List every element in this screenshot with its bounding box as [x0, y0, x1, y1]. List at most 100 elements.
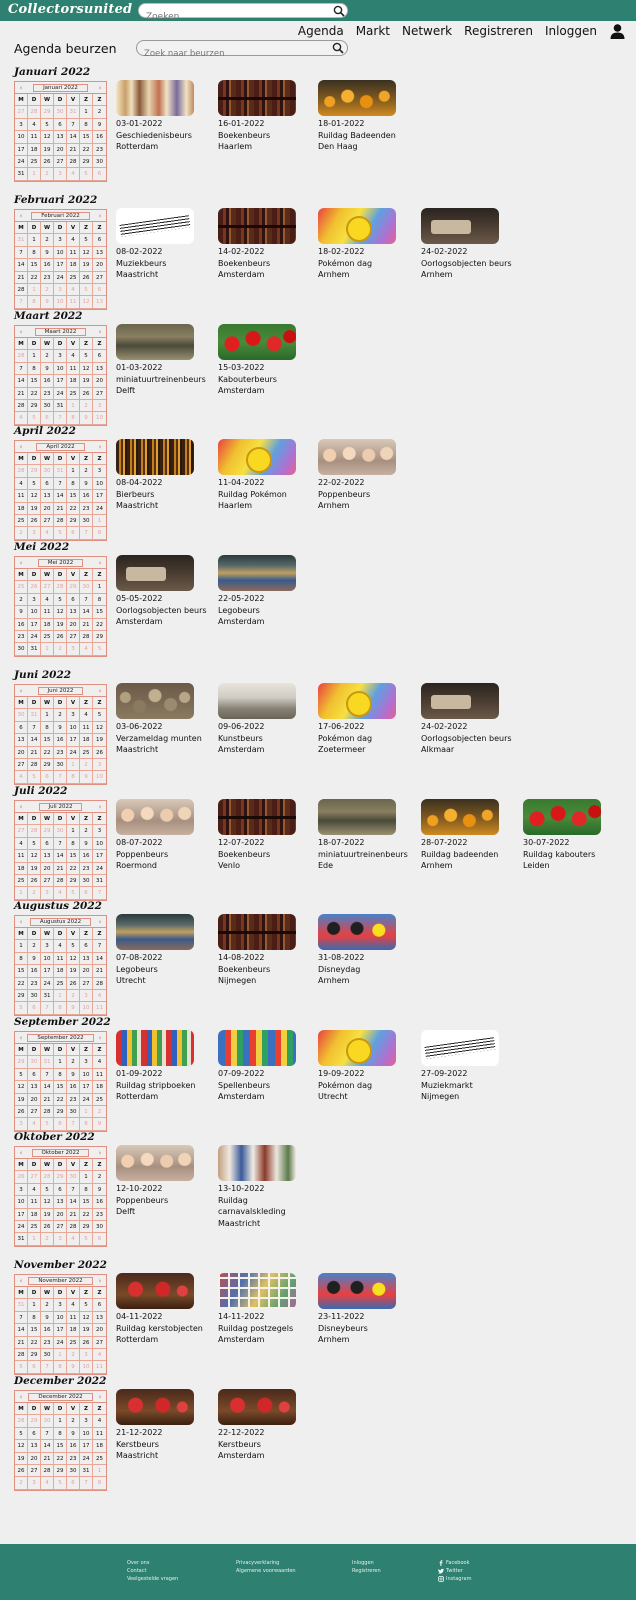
- calendar-day[interactable]: 15: [15, 965, 28, 978]
- calendar-day[interactable]: 31: [15, 234, 28, 247]
- calendar-day[interactable]: 5: [67, 887, 80, 900]
- calendar-day[interactable]: 28: [15, 350, 28, 363]
- event-image[interactable]: [218, 1273, 296, 1309]
- calendar-day[interactable]: 5: [28, 771, 41, 784]
- calendar-day[interactable]: 22: [28, 387, 41, 400]
- event-image[interactable]: [218, 683, 296, 719]
- calendar-day[interactable]: 10: [80, 1002, 93, 1015]
- calendar-day[interactable]: 4: [67, 168, 80, 181]
- chevron-left-icon[interactable]: ‹: [18, 559, 24, 567]
- calendar-day[interactable]: 20: [93, 375, 106, 388]
- calendar-day[interactable]: 9: [67, 1427, 80, 1441]
- calendar-day[interactable]: 13: [41, 490, 54, 503]
- footer-link-faq[interactable]: Veelgestelde vragen: [127, 1575, 178, 1583]
- calendar-day[interactable]: 7: [41, 1361, 54, 1374]
- calendar-day[interactable]: 18: [54, 965, 67, 978]
- calendar-day[interactable]: 20: [54, 143, 67, 156]
- calendar-day[interactable]: 19: [67, 965, 80, 978]
- calendar-day[interactable]: 18: [93, 1440, 106, 1453]
- event-card[interactable]: 09-06-2022 Kunstbeurs Amsterdam: [218, 683, 313, 756]
- event-image[interactable]: [318, 914, 396, 950]
- calendar-day[interactable]: 24: [80, 1452, 93, 1465]
- calendar-day[interactable]: 10: [28, 606, 41, 619]
- calendar-day[interactable]: 19: [54, 618, 67, 631]
- event-image[interactable]: [218, 799, 296, 835]
- event-image[interactable]: [116, 80, 194, 116]
- calendar-day[interactable]: 26: [28, 581, 41, 594]
- event-image[interactable]: [218, 324, 296, 360]
- calendar-day[interactable]: 1: [28, 283, 41, 297]
- calendar-day[interactable]: 31: [93, 875, 106, 888]
- calendar-day[interactable]: 16: [80, 850, 93, 863]
- calendar-day[interactable]: 30: [54, 758, 67, 772]
- calendar-day[interactable]: 21: [41, 1452, 54, 1465]
- event-image[interactable]: [116, 208, 194, 244]
- calendar-day[interactable]: 27: [93, 388, 106, 400]
- calendar-day[interactable]: 25: [67, 1336, 80, 1349]
- event-image[interactable]: [318, 1273, 396, 1309]
- calendar-day[interactable]: 8: [93, 594, 106, 607]
- calendar-day[interactable]: 1: [28, 234, 41, 247]
- calendar-day[interactable]: 1: [28, 1233, 41, 1246]
- calendar-day[interactable]: 29: [67, 581, 80, 594]
- calendar-month-label[interactable]: Februari 2022: [31, 211, 90, 220]
- event-image[interactable]: [116, 1145, 194, 1181]
- calendar-day[interactable]: 2: [41, 234, 54, 247]
- calendar-day[interactable]: 21: [67, 1208, 80, 1221]
- calendar-day[interactable]: 1: [15, 887, 28, 900]
- calendar-day[interactable]: 6: [41, 771, 54, 784]
- calendar-day[interactable]: 23: [80, 862, 93, 875]
- event-card[interactable]: 08-02-2022 Muziekbeurs Maastricht: [116, 208, 211, 281]
- calendar-day[interactable]: 12: [54, 606, 67, 619]
- calendar-day[interactable]: 12: [80, 246, 93, 260]
- calendar-day[interactable]: 24: [80, 1093, 93, 1106]
- calendar-day[interactable]: 5: [80, 350, 93, 363]
- calendar-day[interactable]: 17: [67, 734, 80, 747]
- calendar-day[interactable]: 14: [15, 259, 28, 272]
- calendar-day[interactable]: 7: [41, 1002, 54, 1015]
- calendar-day[interactable]: 12: [80, 362, 93, 376]
- calendar-day[interactable]: 24: [93, 503, 106, 515]
- event-card[interactable]: 11-04-2022 Ruildag Pokémon Haarlem: [218, 439, 313, 512]
- calendar-day[interactable]: 7: [41, 1427, 54, 1441]
- footer-link-contact[interactable]: Contact: [127, 1567, 178, 1575]
- calendar-day[interactable]: 1: [28, 1299, 41, 1312]
- calendar-day[interactable]: 9: [41, 296, 54, 309]
- calendar-day[interactable]: 29: [41, 106, 54, 119]
- calendar-day[interactable]: 4: [28, 118, 41, 132]
- event-card[interactable]: 12-07-2022 Boekenbeurs Venlo: [218, 799, 313, 872]
- calendar-month-label[interactable]: Mei 2022: [37, 558, 84, 567]
- chevron-right-icon[interactable]: ›: [97, 84, 103, 92]
- calendar-day[interactable]: 18: [15, 862, 28, 875]
- event-image[interactable]: [116, 555, 194, 591]
- event-image[interactable]: [218, 1030, 296, 1066]
- event-image[interactable]: [523, 799, 601, 835]
- calendar-month-label[interactable]: Juni 2022: [37, 686, 84, 695]
- calendar-day[interactable]: 23: [54, 746, 67, 759]
- calendar-day[interactable]: 31: [28, 643, 41, 656]
- calendar-day[interactable]: 21: [41, 1093, 54, 1106]
- calendar-day[interactable]: 6: [41, 837, 54, 851]
- calendar-day[interactable]: 17: [54, 259, 67, 272]
- calendar-day[interactable]: 15: [80, 1196, 93, 1209]
- calendar-day[interactable]: 10: [54, 246, 67, 260]
- calendar-day[interactable]: 7: [80, 593, 93, 607]
- calendar-day[interactable]: 25: [80, 746, 93, 759]
- calendar-day[interactable]: 27: [41, 581, 54, 594]
- calendar-day[interactable]: 11: [41, 606, 54, 619]
- calendar-day[interactable]: 2: [93, 1106, 106, 1119]
- calendar-day[interactable]: 28: [15, 399, 28, 413]
- calendar-day[interactable]: 28: [15, 1415, 28, 1428]
- calendar-day[interactable]: 11: [93, 1361, 106, 1374]
- calendar-day[interactable]: 11: [93, 1002, 106, 1015]
- calendar-month-label[interactable]: Oktober 2022: [31, 1148, 90, 1157]
- calendar-day[interactable]: 31: [67, 106, 80, 119]
- chevron-right-icon[interactable]: ›: [97, 1034, 103, 1042]
- calendar-day[interactable]: 18: [93, 1081, 106, 1094]
- calendar-month-label[interactable]: September 2022: [27, 1033, 94, 1042]
- calendar-day[interactable]: 30: [15, 643, 28, 656]
- calendar-day[interactable]: 21: [28, 746, 41, 759]
- calendar-day[interactable]: 19: [15, 1452, 28, 1465]
- calendar-day[interactable]: 30: [80, 581, 93, 594]
- event-card[interactable]: 28-07-2022 Ruildag badeenden Arnhem: [421, 799, 516, 872]
